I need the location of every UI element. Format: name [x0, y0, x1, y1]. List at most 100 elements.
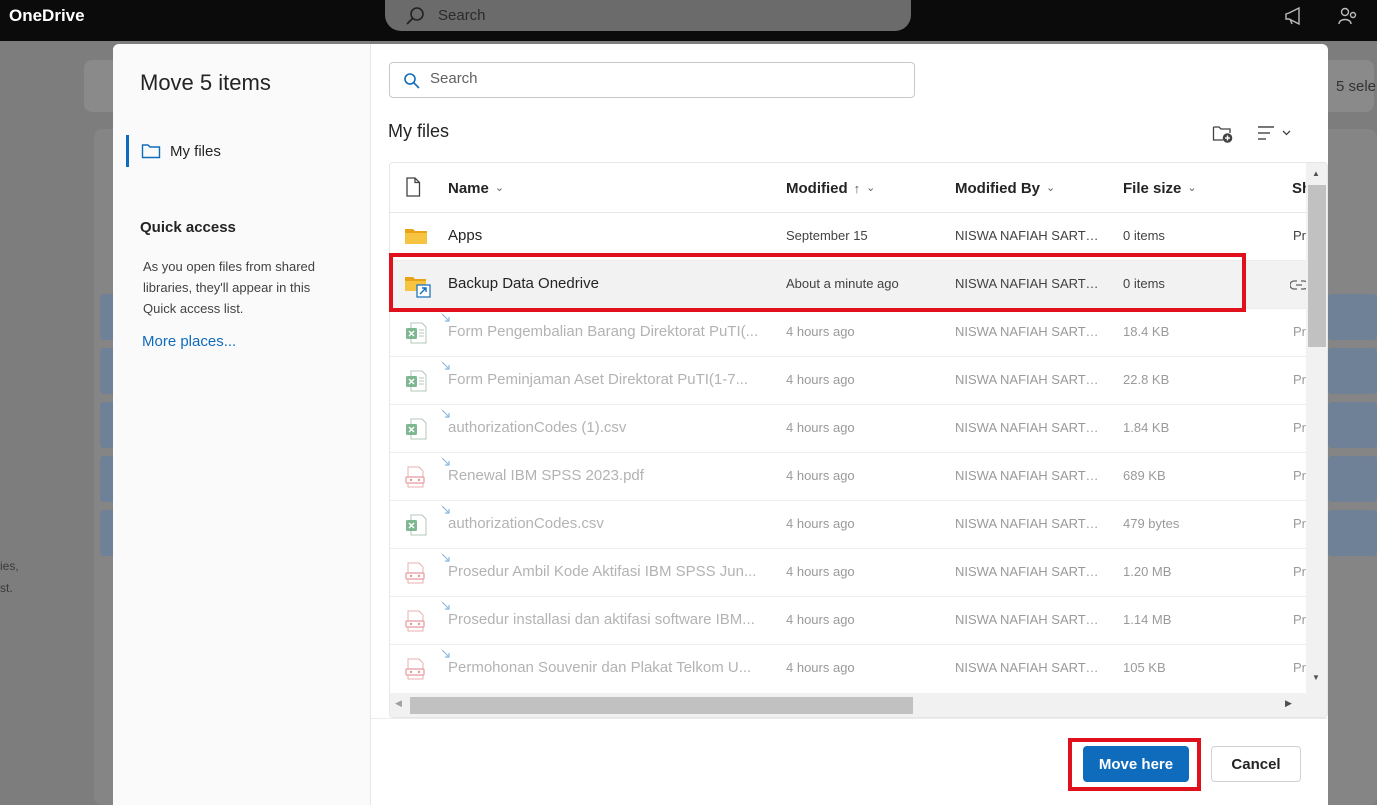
item-modified: 4 hours ago [786, 468, 855, 483]
cancel-button[interactable]: Cancel [1211, 746, 1301, 782]
sort-options-icon[interactable] [1256, 124, 1298, 144]
dialog-left-pane: Move 5 items My files Quick access As yo… [113, 44, 371, 805]
list-item: Renewal IBM SPSS 2023.pdf 4 hours ago NI… [390, 453, 1306, 501]
item-name: Apps [448, 227, 483, 244]
item-name: Prosedur installasi dan aktifasi softwar… [448, 611, 755, 628]
chevron-down-icon: ⌄ [1046, 182, 1056, 194]
item-modified-by: NISWA NAFIAH SARTO... [955, 564, 1105, 579]
list-item: Prosedur installasi dan aktifasi softwar… [390, 597, 1306, 645]
item-size: 689 KB [1123, 468, 1166, 483]
item-modified-by: NISWA NAFIAH SARTO... [955, 324, 1105, 339]
item-modified-by: NISWA NAFIAH SARTO... [955, 660, 1105, 675]
item-name: Renewal IBM SPSS 2023.pdf [448, 467, 644, 484]
item-name: Permohonan Souvenir dan Plakat Telkom U.… [448, 659, 752, 676]
item-size: 18.4 KB [1123, 324, 1170, 339]
nav-item-my-files[interactable]: My files [126, 135, 356, 167]
shortcut-arrow-icon [441, 457, 450, 466]
pdf-file-icon [405, 658, 425, 680]
item-modified-by: NISWA NAFIAH SARTO... [955, 516, 1105, 531]
background-selected-row [1328, 348, 1377, 394]
pdf-file-icon [405, 562, 425, 584]
dialog-search-box[interactable] [389, 62, 915, 98]
scroll-right-arrow-icon[interactable]: ▶ [1285, 698, 1292, 709]
move-dialog: Move 5 items My files Quick access As yo… [113, 44, 1328, 805]
item-modified: 4 hours ago [786, 420, 855, 435]
list-item: Form Peminjaman Aset Direktorat PuTI(1-7… [390, 357, 1306, 405]
column-header-label: Name [448, 180, 489, 197]
list-item: authorizationCodes (1).csv 4 hours ago N… [390, 405, 1306, 453]
footer-divider [371, 718, 1328, 719]
dialog-search-input[interactable] [430, 70, 900, 87]
background-selected-row [1328, 402, 1377, 448]
scroll-left-arrow-icon[interactable]: ◀ [395, 698, 402, 709]
item-name: authorizationCodes (1).csv [448, 419, 627, 436]
shortcut-arrow-icon [441, 505, 450, 514]
item-modified-by: NISWA NAFIAH SARTO... [955, 372, 1105, 387]
quick-access-description: As you open files from shared libraries,… [143, 259, 315, 316]
item-modified-by: NISWA NAFIAH SARTO... [955, 612, 1105, 627]
item-modified-by: NISWA NAFIAH SARTO... [955, 420, 1105, 435]
horizontal-scrollbar[interactable]: ◀ ▶ [390, 693, 1327, 717]
background-selected-row [1328, 510, 1377, 556]
item-size: 479 bytes [1123, 516, 1180, 531]
shortcut-arrow-icon [441, 649, 450, 658]
vertical-scroll-thumb[interactable] [1308, 185, 1326, 347]
more-places-link[interactable]: More places... [142, 333, 236, 350]
folder-outline-icon [141, 144, 161, 159]
annotation-highlight-move-button [1068, 738, 1201, 791]
file-type-column-icon[interactable] [405, 177, 421, 197]
item-modified: 4 hours ago [786, 372, 855, 387]
column-header-label: Modified By [955, 180, 1040, 197]
file-list: Name ⌄ Modified ↑ ⌄ Modified By ⌄ File size ⌄… [389, 162, 1328, 718]
scroll-down-arrow-icon[interactable]: ▼ [1312, 673, 1320, 682]
horizontal-scroll-thumb[interactable] [410, 697, 913, 714]
background-text: st. [0, 581, 13, 595]
current-folder-title: My files [388, 121, 450, 141]
item-modified: 4 hours ago [786, 564, 855, 579]
background-text: ies, [0, 559, 19, 573]
item-modified: 4 hours ago [786, 324, 855, 339]
app-title[interactable]: OneDrive [9, 6, 85, 26]
megaphone-icon[interactable] [1283, 5, 1305, 27]
chevron-down-icon: ⌄ [866, 182, 876, 194]
item-modified-by: NISWA NAFIAH SARTO... [955, 228, 1105, 243]
column-header-modified[interactable]: Modified ↑ ⌄ [786, 180, 875, 197]
column-header-modified-by[interactable]: Modified By ⌄ [955, 180, 1055, 197]
list-item: Prosedur Ambil Kode Aktifasi IBM SPSS Ju… [390, 549, 1306, 597]
background-selected-row [1328, 456, 1377, 502]
item-name: Form Pengembalian Barang Direktorat PuTI… [448, 323, 759, 340]
item-modified: 4 hours ago [786, 660, 855, 675]
csv-file-icon [406, 418, 427, 440]
column-header-name[interactable]: Name ⌄ [448, 180, 504, 197]
item-name: Prosedur Ambil Kode Aktifasi IBM SPSS Ju… [448, 563, 757, 580]
vertical-scrollbar[interactable]: ▲ ▼ [1306, 163, 1327, 693]
item-size: 1.14 MB [1123, 612, 1172, 627]
item-size: 105 KB [1123, 660, 1166, 675]
settings-people-icon[interactable] [1337, 5, 1359, 27]
list-item: Permohonan Souvenir dan Plakat Telkom U.… [390, 645, 1306, 693]
dialog-title: Move 5 items [140, 70, 271, 95]
background-selection-count: 5 sele [1336, 78, 1377, 95]
list-header: Name ⌄ Modified ↑ ⌄ Modified By ⌄ File size ⌄… [390, 163, 1311, 213]
list-item: authorizationCodes.csv 4 hours ago NISWA… [390, 501, 1306, 549]
column-header-label: File size [1123, 180, 1182, 197]
item-modified: September 15 [786, 228, 868, 243]
pdf-file-icon [405, 466, 425, 488]
column-header-file-size[interactable]: File size ⌄ [1123, 180, 1197, 197]
column-header-label: Modified [786, 180, 848, 197]
item-modified-by: NISWA NAFIAH SARTO... [955, 468, 1105, 483]
shortcut-arrow-icon [441, 313, 450, 322]
csv-file-icon [406, 514, 427, 536]
excel-file-icon [406, 322, 427, 344]
search-icon [406, 7, 424, 25]
shortcut-arrow-icon [441, 361, 450, 370]
new-folder-icon[interactable] [1212, 124, 1234, 144]
background-selected-row [1328, 294, 1377, 340]
top-search-box[interactable]: Search [385, 0, 911, 31]
scroll-up-arrow-icon[interactable]: ▲ [1312, 169, 1320, 178]
nav-item-label: My files [170, 143, 221, 160]
chevron-down-icon: ⌄ [494, 182, 505, 194]
quick-access-title: Quick access [140, 219, 236, 236]
item-size: 1.20 MB [1123, 564, 1172, 579]
item-name: Form Peminjaman Aset Direktorat PuTI(1-7… [448, 371, 749, 388]
